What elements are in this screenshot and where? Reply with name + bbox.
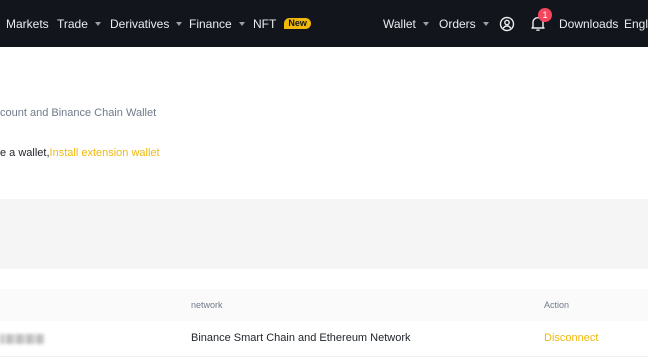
- nav-nft[interactable]: NFT New: [253, 0, 311, 47]
- nav-wallet-label: Wallet: [383, 16, 416, 31]
- top-navigation-bar: Markets Trade Derivatives Finance NFT Ne…: [0, 0, 648, 47]
- table-header: network Action: [0, 289, 648, 321]
- nav-finance[interactable]: Finance: [189, 0, 245, 47]
- wallet-prompt: e a wallet,Install extension wallet: [0, 147, 160, 159]
- chevron-down-icon: [94, 22, 101, 26]
- nav-downloads[interactable]: Downloads: [559, 0, 618, 47]
- notifications-button[interactable]: 1: [527, 0, 552, 47]
- nav-wallet[interactable]: Wallet: [383, 0, 429, 47]
- nav-derivatives[interactable]: Derivatives: [110, 0, 183, 47]
- nav-markets-label: Markets: [6, 16, 49, 31]
- wallet-prompt-text: e a wallet,: [0, 147, 50, 159]
- nav-orders[interactable]: Orders: [439, 0, 489, 47]
- chevron-down-icon: [422, 22, 429, 26]
- nav-language-label: Engli: [624, 16, 648, 31]
- nav-derivatives-label: Derivatives: [110, 16, 170, 31]
- nav-finance-label: Finance: [189, 16, 232, 31]
- nav-nft-label: NFT: [253, 16, 277, 31]
- account-button[interactable]: [497, 0, 517, 47]
- nav-language[interactable]: Engli: [624, 0, 648, 47]
- page-description: count and Binance Chain Wallet: [0, 107, 157, 119]
- chevron-down-icon: [482, 22, 489, 26]
- nav-markets[interactable]: Markets: [6, 0, 49, 47]
- user-icon: [499, 16, 515, 31]
- nav-downloads-label: Downloads: [559, 16, 619, 31]
- redacted-address: [0, 334, 44, 344]
- disconnect-button[interactable]: Disconnect: [544, 332, 598, 344]
- header-action: Action: [544, 300, 570, 310]
- content-band: [0, 199, 648, 269]
- nav-orders-label: Orders: [439, 16, 476, 31]
- table-row: Binance Smart Chain and Ethereum Network…: [0, 322, 648, 357]
- new-badge: New: [284, 18, 311, 29]
- network-cell: Binance Smart Chain and Ethereum Network: [191, 332, 411, 344]
- nav-trade[interactable]: Trade: [57, 0, 101, 47]
- notification-count-badge: 1: [538, 8, 552, 22]
- install-extension-wallet-link[interactable]: Install extension wallet: [50, 147, 160, 159]
- header-network: network: [191, 300, 223, 310]
- chevron-down-icon: [238, 22, 245, 26]
- chevron-down-icon: [176, 22, 183, 26]
- nav-trade-label: Trade: [57, 16, 88, 31]
